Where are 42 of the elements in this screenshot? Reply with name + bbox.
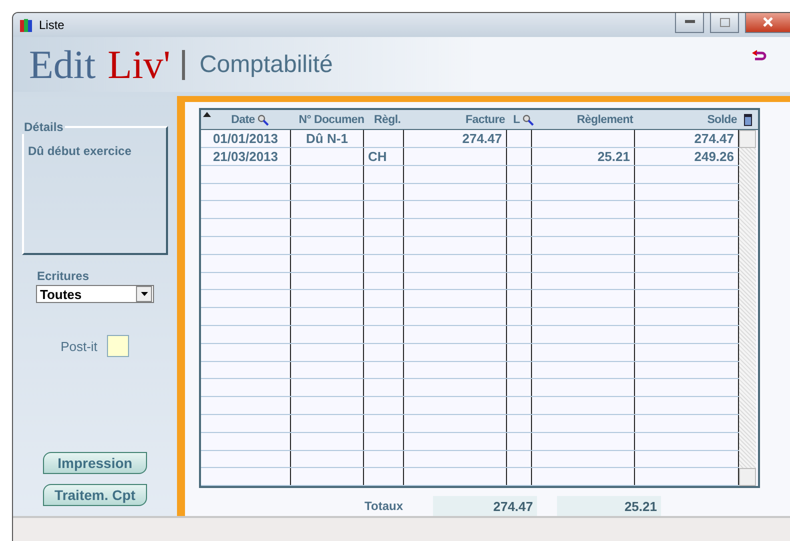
action-button[interactable]: Traitem. Cpt <box>43 484 147 506</box>
total-value: 274.47 <box>433 496 537 516</box>
totals-label: Totaux <box>364 499 403 514</box>
table-cell: 21/03/2013 <box>201 148 291 165</box>
table-cell: 274.47 <box>404 130 507 148</box>
details-legend: Détails <box>22 120 66 134</box>
column-header[interactable]: Règlement <box>532 110 635 130</box>
maximize-icon <box>720 18 730 27</box>
minimize-button[interactable] <box>675 13 704 33</box>
back-arrow-icon[interactable] <box>751 48 767 61</box>
sort-arrow-icon[interactable] <box>203 112 211 118</box>
column-header[interactable]: Date <box>201 110 291 130</box>
ecritures-label: Ecritures <box>37 269 90 284</box>
table-cell: 01/01/2013 <box>201 130 291 148</box>
close-icon <box>763 17 773 28</box>
section-title: Comptabilité <box>199 50 333 79</box>
column-header[interactable]: Solde <box>635 110 739 130</box>
scroll-down-button[interactable] <box>739 468 756 486</box>
column-header[interactable]: L <box>507 110 532 130</box>
search-icon[interactable] <box>522 114 534 126</box>
action-button[interactable]: Impression <box>43 452 147 474</box>
column-settings-icon[interactable] <box>744 114 752 126</box>
window-title: Liste <box>39 18 66 32</box>
details-text: Dû début exercice <box>28 144 132 158</box>
maximize-button[interactable] <box>710 13 739 33</box>
table-cell: Dû N-1 <box>291 130 364 148</box>
column-header[interactable]: Facture <box>404 110 507 130</box>
minimize-icon <box>684 20 694 24</box>
table-cell: 25.21 <box>532 148 635 165</box>
vertical-scrollbar[interactable] <box>739 130 756 486</box>
logo-text: Edit <box>29 41 96 88</box>
total-value: 25.21 <box>557 496 661 516</box>
dropdown-arrow-icon <box>140 292 148 296</box>
close-button[interactable] <box>745 13 790 33</box>
search-icon[interactable] <box>256 114 269 126</box>
postit-label: Post-it <box>60 338 98 354</box>
app-icon <box>19 16 33 33</box>
column-header[interactable]: N° Documen <box>291 110 364 130</box>
logo-text: Liv' <box>108 41 170 88</box>
table-cell: CH <box>364 148 404 165</box>
column-header[interactable]: Règl. <box>364 110 404 130</box>
ecritures-dropdown[interactable]: Toutes <box>36 285 154 304</box>
